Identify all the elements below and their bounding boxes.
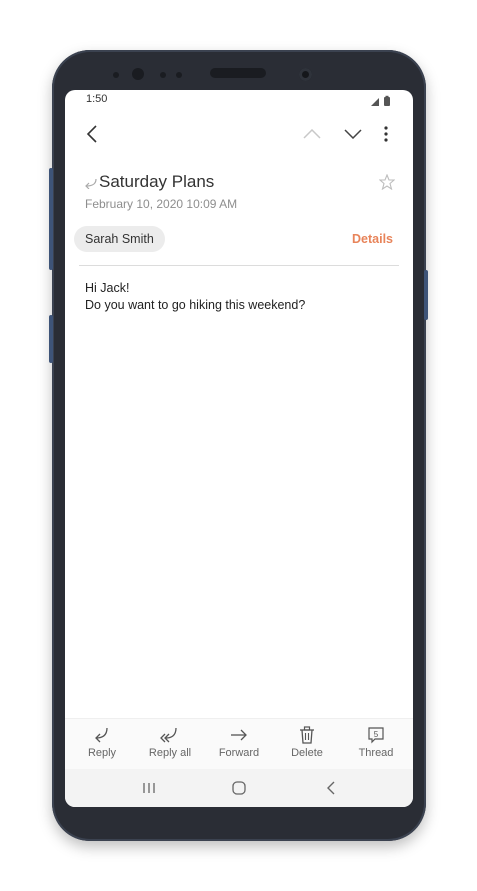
delete-label: Delete — [291, 747, 323, 759]
thread-label: Thread — [358, 747, 394, 759]
replied-icon — [83, 176, 97, 194]
front-sensor — [132, 68, 144, 80]
reply-all-label: Reply all — [148, 747, 192, 759]
next-email-icon[interactable] — [340, 124, 366, 144]
home-icon[interactable] — [227, 778, 251, 798]
status-time: 1:50 — [86, 93, 108, 105]
forward-label: Forward — [218, 747, 260, 759]
recent-apps-icon[interactable] — [137, 779, 161, 797]
email-body: Hi Jack! Do you want to go hiking this w… — [85, 280, 305, 314]
sensor-dot — [160, 72, 166, 78]
power-button — [424, 270, 428, 320]
email-action-bar: Reply Reply all Forward Delete 5 Thread — [65, 718, 413, 769]
thread-count: 5 — [374, 730, 379, 739]
volume-button — [49, 168, 53, 270]
previous-email-icon[interactable] — [299, 124, 325, 144]
back-icon[interactable] — [81, 122, 103, 146]
email-date: February 10, 2020 10:09 AM — [85, 197, 238, 211]
thread-button[interactable]: 5 Thread — [341, 719, 411, 769]
trash-icon — [272, 726, 342, 744]
bixby-button — [49, 315, 53, 363]
star-icon[interactable] — [378, 173, 396, 195]
battery-icon — [384, 95, 390, 106]
reply-button[interactable]: Reply — [67, 719, 137, 769]
forward-icon — [204, 726, 274, 744]
body-line: Do you want to go hiking this weekend? — [85, 298, 306, 312]
nav-back-icon[interactable] — [319, 778, 343, 798]
forward-button[interactable]: Forward — [204, 719, 274, 769]
email-subject: Saturday Plans — [99, 172, 215, 191]
reply-all-button[interactable]: Reply all — [135, 719, 205, 769]
details-link[interactable]: Details — [352, 232, 393, 246]
signal-icon — [371, 98, 379, 106]
subject-row: Saturday Plans — [83, 172, 396, 196]
body-line: Hi Jack! — [85, 281, 130, 295]
sender-chip[interactable]: Sarah Smith — [74, 226, 165, 252]
status-icons — [369, 94, 393, 106]
sensor-dot — [176, 72, 182, 78]
delete-button[interactable]: Delete — [272, 719, 342, 769]
thread-icon: 5 — [341, 726, 411, 744]
sensor-dot — [113, 72, 119, 78]
earpiece-speaker — [210, 68, 266, 78]
system-nav-bar — [65, 769, 413, 807]
reply-label: Reply — [87, 747, 117, 759]
status-bar: 1:50 — [65, 90, 413, 110]
reply-all-icon — [135, 726, 205, 744]
email-toolbar — [65, 120, 413, 150]
reply-icon — [67, 726, 137, 744]
front-camera — [299, 68, 312, 81]
divider — [79, 265, 399, 266]
more-options-icon[interactable] — [377, 122, 395, 146]
screen: 1:50 Saturday Plans February 10, 2020 10… — [65, 90, 413, 807]
